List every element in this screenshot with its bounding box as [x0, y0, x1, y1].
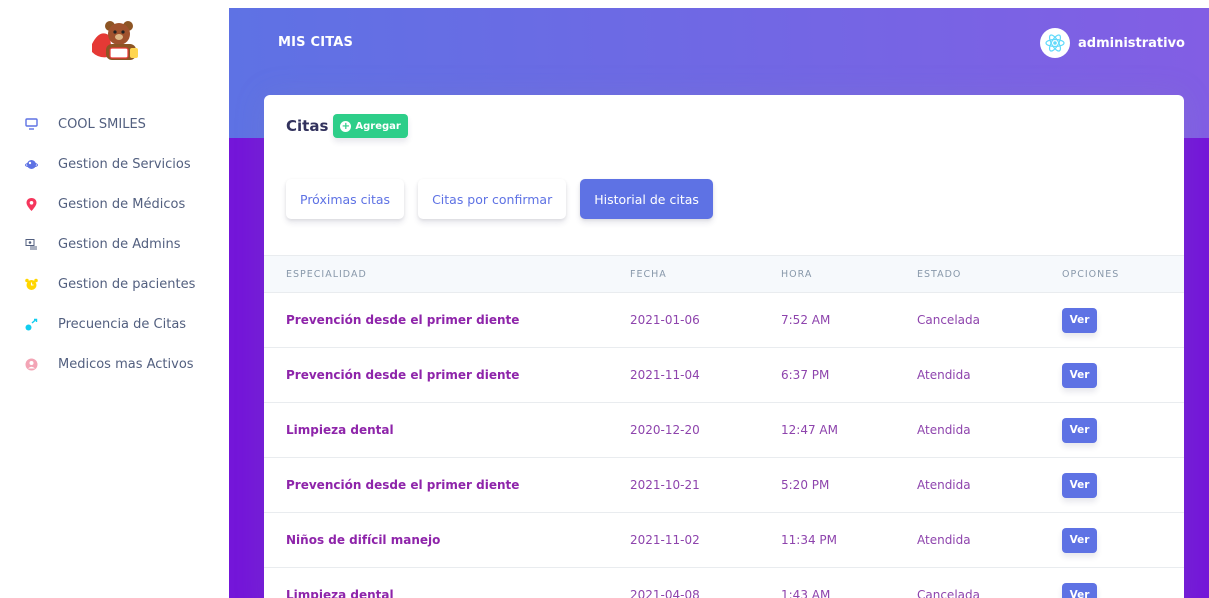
sidebar-item-cool-smiles[interactable]: COOL SMILES — [0, 104, 229, 144]
sidebar-item-label: Gestion de Admins — [58, 236, 181, 252]
cell-estado: Cancelada — [917, 588, 980, 598]
cell-especialidad: Limpieza dental — [286, 588, 394, 598]
chart-bullet-icon — [24, 317, 38, 331]
table-row: Prevención desde el primer diente 2021-1… — [264, 458, 1184, 513]
column-header-fecha: FECHA — [630, 268, 667, 280]
column-header-hora: HORA — [781, 268, 813, 280]
ver-button[interactable]: Ver — [1062, 527, 1097, 553]
plus-circle-icon: + — [340, 120, 352, 132]
cell-hora: 11:34 PM — [781, 533, 837, 547]
cell-hora: 7:52 AM — [781, 313, 831, 327]
table-row: Niños de difícil manejo 2021-11-02 11:34… — [264, 513, 1184, 568]
citas-tabs: Próximas citas Citas por confirmar Histo… — [286, 179, 727, 219]
sidebar-item-frecuencia-citas[interactable]: Precuencia de Citas — [0, 304, 229, 344]
add-button-label: Agregar — [355, 120, 401, 132]
sidebar-item-medicos-activos[interactable]: Medicos mas Activos — [0, 344, 229, 384]
cell-fecha: 2021-01-06 — [630, 313, 700, 327]
cell-hora: 1:43 AM — [781, 588, 831, 598]
alarm-clock-icon — [24, 277, 38, 291]
page-title: MIS CITAS — [278, 35, 354, 50]
sidebar-item-label: Precuencia de Citas — [58, 316, 187, 332]
cell-especialidad: Prevención desde el primer diente — [286, 478, 520, 492]
citas-card: Citas + Agregar Próximas citas Citas por… — [264, 95, 1184, 598]
sidebar-item-gestion-medicos[interactable]: Gestion de Médicos — [0, 184, 229, 224]
sidebar-nav: COOL SMILES Gestion de Servicios Gestion… — [0, 104, 229, 384]
cell-estado: Cancelada — [917, 313, 980, 327]
main-content: MIS CITAS administrativo Citas + Agregar… — [229, 0, 1209, 598]
table-row: Prevención desde el primer diente 2021-0… — [264, 293, 1184, 348]
cell-hora: 12:47 AM — [781, 423, 838, 437]
cell-estado: Atendida — [917, 423, 971, 437]
cell-estado: Atendida — [917, 533, 971, 547]
cell-fecha: 2020-12-20 — [630, 423, 700, 437]
column-header-especialidad: ESPECIALIDAD — [286, 268, 367, 280]
cell-fecha: 2021-04-08 — [630, 588, 700, 598]
add-cita-button[interactable]: + Agregar — [333, 114, 408, 138]
cell-fecha: 2021-10-21 — [630, 478, 700, 492]
card-title: Citas — [286, 117, 329, 135]
sidebar-item-label: Gestion de Servicios — [58, 156, 191, 172]
ver-button[interactable]: Ver — [1062, 472, 1097, 498]
cell-estado: Atendida — [917, 478, 971, 492]
monitor-icon — [24, 117, 38, 131]
user-circle-icon — [24, 357, 38, 371]
cell-especialidad: Limpieza dental — [286, 423, 394, 437]
avatar[interactable] — [1039, 28, 1070, 58]
ver-button[interactable]: Ver — [1062, 307, 1097, 333]
table-row: Limpieza dental 2020-12-20 12:47 AM Aten… — [264, 403, 1184, 458]
user-menu[interactable]: administrativo — [1039, 28, 1185, 58]
column-header-opciones: OPCIONES — [1062, 268, 1120, 280]
pin-icon — [24, 197, 38, 211]
cell-especialidad: Prevención desde el primer diente — [286, 368, 520, 382]
cell-estado: Atendida — [917, 368, 971, 382]
sidebar-item-gestion-pacientes[interactable]: Gestion de pacientes — [0, 264, 229, 304]
react-atom-icon — [1045, 34, 1065, 52]
table-header: ESPECIALIDAD FECHA HORA ESTADO OPCIONES — [264, 255, 1184, 293]
user-name[interactable]: administrativo — [1078, 36, 1185, 51]
cell-especialidad: Prevención desde el primer diente — [286, 313, 520, 327]
sidebar-item-gestion-servicios[interactable]: Gestion de Servicios — [0, 144, 229, 184]
cell-fecha: 2021-11-04 — [630, 368, 700, 382]
column-header-estado: ESTADO — [917, 268, 962, 280]
tab-proximas-citas[interactable]: Próximas citas — [286, 179, 405, 219]
table-row: Limpieza dental 2021-04-08 1:43 AM Cance… — [264, 568, 1184, 598]
cell-especialidad: Niños de difícil manejo — [286, 533, 441, 547]
cell-hora: 6:37 PM — [781, 368, 830, 382]
ver-button[interactable]: Ver — [1062, 362, 1097, 388]
cell-hora: 5:20 PM — [781, 478, 830, 492]
tab-citas-por-confirmar[interactable]: Citas por confirmar — [418, 179, 567, 219]
ver-button[interactable]: Ver — [1062, 417, 1097, 443]
cell-fecha: 2021-11-02 — [630, 533, 700, 547]
ver-button[interactable]: Ver — [1062, 582, 1097, 598]
sidebar-item-label: Gestion de Médicos — [58, 196, 186, 212]
sidebar-item-label: Gestion de pacientes — [58, 276, 196, 292]
planet-icon — [24, 157, 38, 171]
sidebar: COOL SMILES Gestion de Servicios Gestion… — [0, 0, 229, 598]
sidebar-item-label: Medicos mas Activos — [58, 356, 194, 372]
teddy-bear-logo[interactable] — [86, 18, 146, 66]
card-header: Citas + Agregar — [286, 114, 408, 138]
badge-icon — [24, 237, 38, 251]
sidebar-item-label: COOL SMILES — [58, 116, 146, 132]
citas-table: ESPECIALIDAD FECHA HORA ESTADO OPCIONES … — [264, 255, 1184, 598]
tab-historial-de-citas[interactable]: Historial de citas — [580, 179, 713, 219]
sidebar-item-gestion-admins[interactable]: Gestion de Admins — [0, 224, 229, 264]
table-row: Prevención desde el primer diente 2021-1… — [264, 348, 1184, 403]
